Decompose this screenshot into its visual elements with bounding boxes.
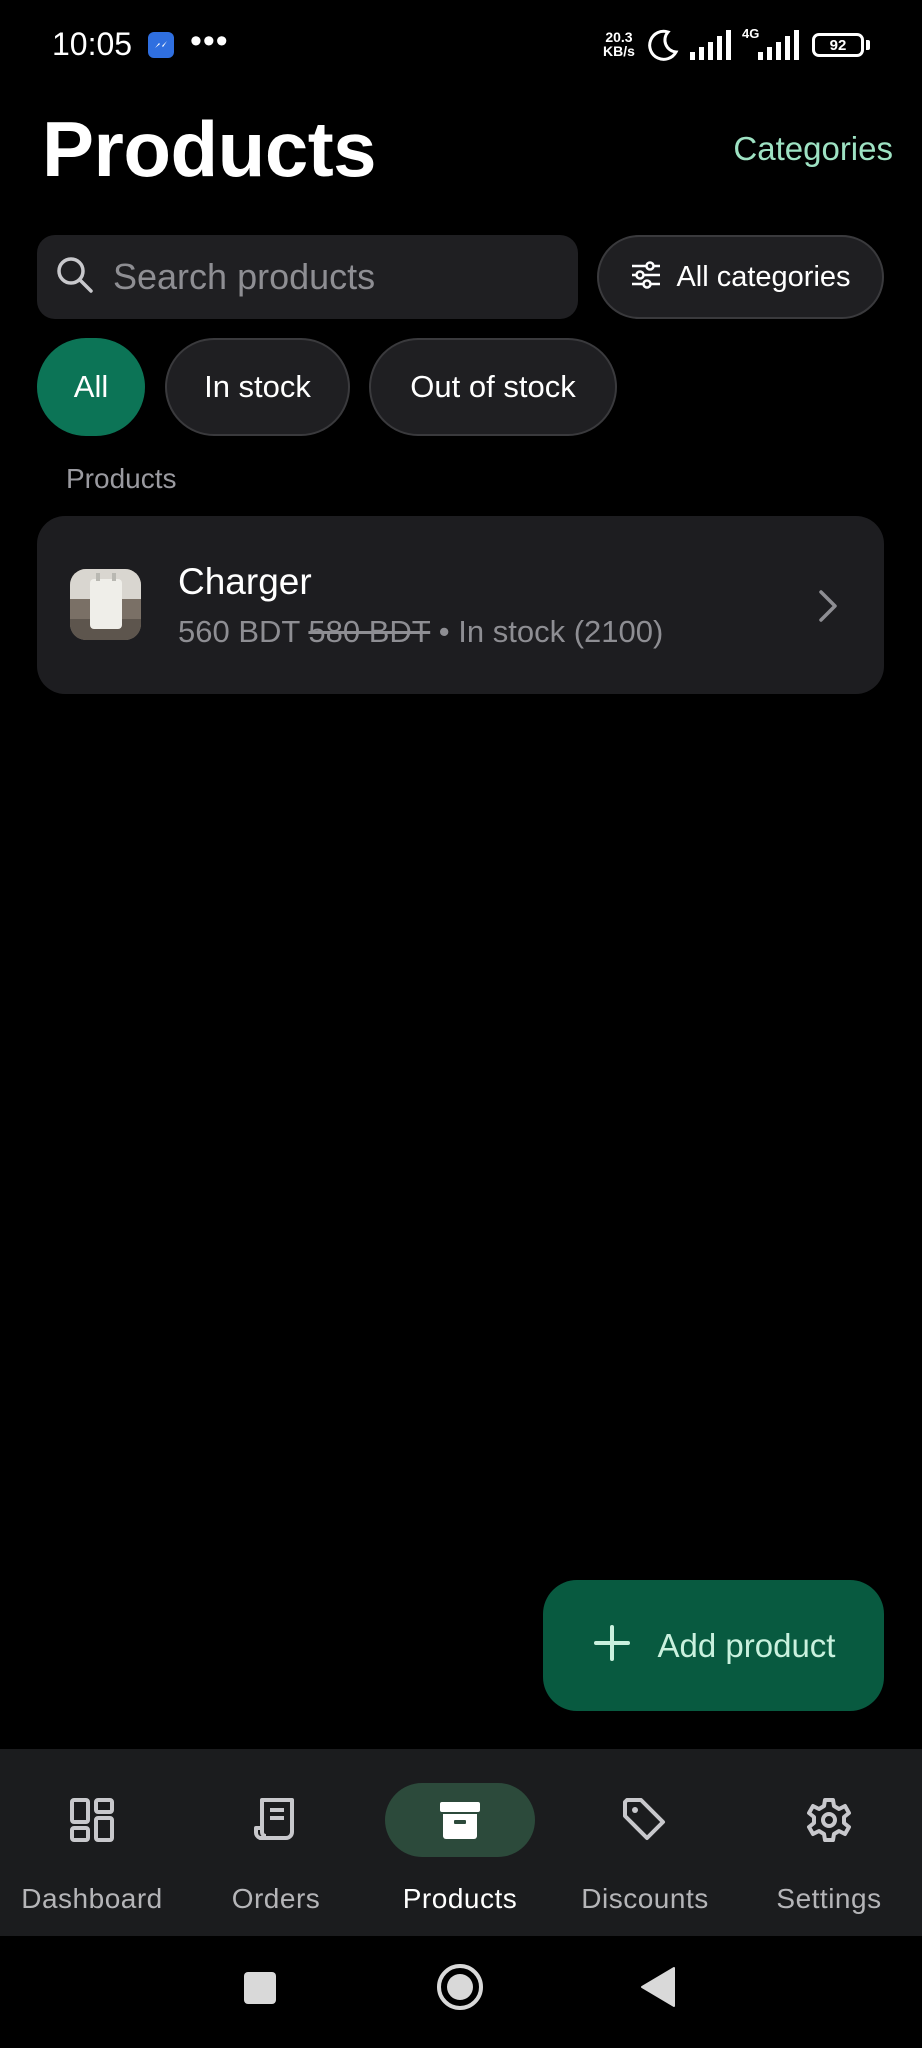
home-button[interactable]: [435, 1962, 485, 2017]
nav-label-dashboard: Dashboard: [21, 1883, 163, 1914]
product-list-item[interactable]: Charger 560 BDT 580 BDT • In stock (2100…: [37, 516, 884, 694]
filter-chip-all[interactable]: All: [37, 338, 145, 436]
battery-level: 92: [829, 36, 847, 54]
product-stock: In stock (2100): [458, 614, 664, 649]
gear-icon: [754, 1783, 904, 1857]
product-original-price: 580 BDT: [308, 614, 431, 649]
nav-label-products: Products: [402, 1883, 518, 1914]
nav-label-settings: Settings: [776, 1883, 882, 1914]
plus-icon: [592, 1623, 632, 1668]
back-button[interactable]: [640, 1966, 676, 2013]
search-icon: [55, 255, 95, 300]
filter-sliders-icon: [630, 260, 662, 294]
add-product-button[interactable]: Add product: [543, 1580, 884, 1711]
nav-item-discounts[interactable]: Discounts: [553, 1749, 737, 1936]
messenger-icon: [148, 32, 174, 58]
search-placeholder: Search products: [113, 256, 376, 297]
product-name: Charger: [178, 561, 312, 602]
chevron-right-icon: [815, 586, 841, 631]
receipt-icon: [201, 1783, 351, 1857]
network-speed: 20.3 KB/s: [603, 29, 635, 59]
meta-separator: •: [430, 614, 459, 649]
battery-icon: 92: [812, 33, 864, 57]
add-product-label: Add product: [657, 1626, 836, 1664]
network-type: 4G: [742, 26, 760, 41]
nav-item-products[interactable]: Products: [368, 1749, 552, 1936]
nav-item-orders[interactable]: Orders: [184, 1749, 368, 1936]
signal-strength-icon: [690, 30, 734, 65]
product-price: 560 BDT: [178, 614, 300, 649]
bottom-navigation: Dashboard Orders Products Discounts Sett…: [0, 1749, 922, 1936]
section-label: Products: [66, 463, 177, 494]
status-time: 10:05: [52, 26, 133, 62]
product-thumbnail: [70, 569, 141, 640]
categories-link[interactable]: Categories: [733, 130, 893, 168]
product-meta: 560 BDT 580 BDT • In stock (2100): [178, 614, 663, 650]
filter-chip-in-stock[interactable]: In stock: [165, 338, 350, 436]
nav-item-settings[interactable]: Settings: [737, 1749, 921, 1936]
search-input[interactable]: Search products: [37, 235, 578, 319]
dashboard-icon: [17, 1783, 167, 1857]
nav-item-dashboard[interactable]: Dashboard: [0, 1749, 184, 1936]
archive-box-icon: [385, 1783, 535, 1857]
battery-tip: [866, 40, 870, 50]
system-navigation-bar: [0, 1936, 922, 2048]
page-title: Products: [42, 105, 377, 193]
do-not-disturb-icon: [646, 28, 680, 67]
category-filter-label: All categories: [676, 260, 851, 293]
category-filter-button[interactable]: All categories: [597, 235, 884, 319]
tag-icon: [570, 1783, 720, 1857]
signal-strength-2-icon: [758, 30, 802, 65]
more-notifications-icon: •••: [190, 22, 229, 60]
filter-chip-out-of-stock[interactable]: Out of stock: [369, 338, 617, 436]
nav-label-discounts: Discounts: [581, 1883, 709, 1914]
nav-label-orders: Orders: [231, 1883, 321, 1914]
recent-apps-button[interactable]: [242, 1970, 278, 2011]
